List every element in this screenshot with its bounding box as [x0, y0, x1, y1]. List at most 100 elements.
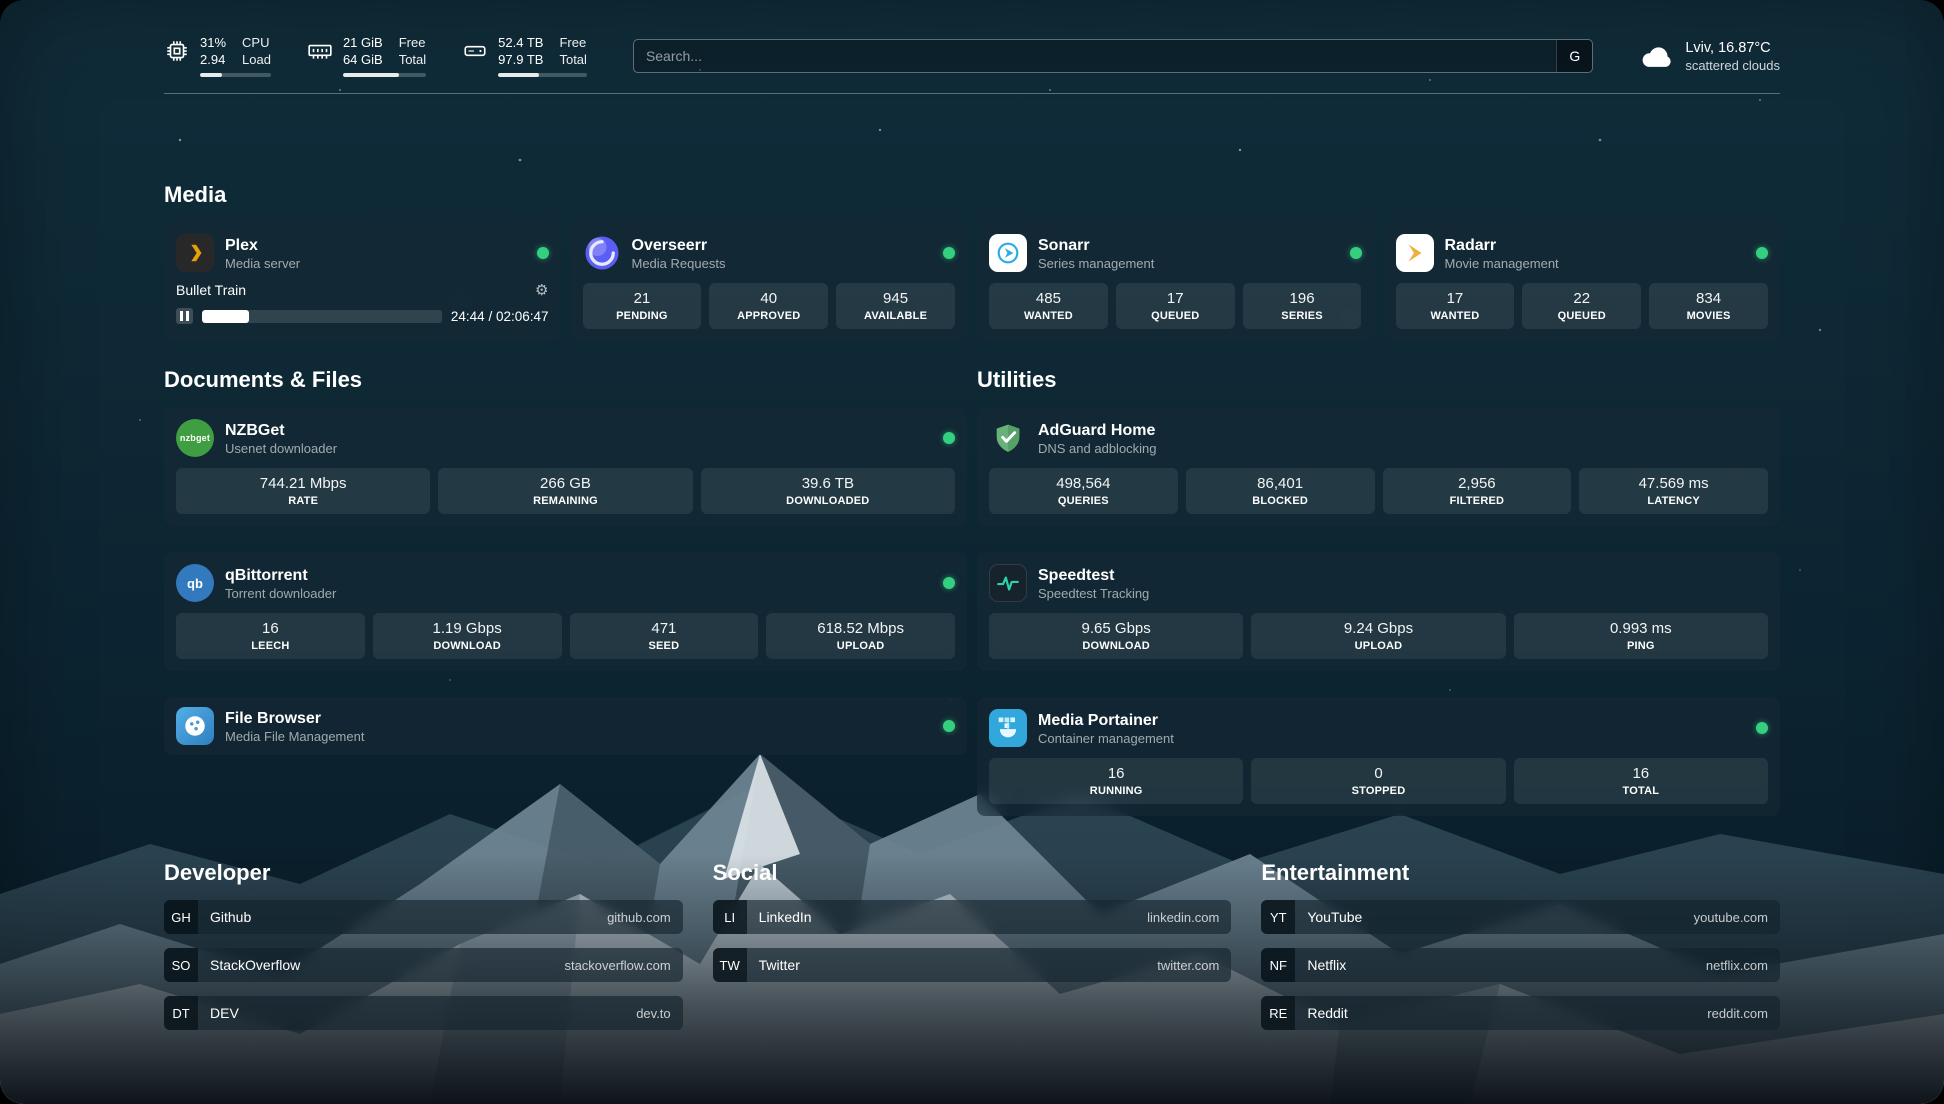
disk-total-value: 97.9 TB [498, 51, 543, 68]
stat-leech: 16LEECH [176, 613, 365, 659]
bookmark-reddit[interactable]: RE Reddit reddit.com [1261, 996, 1780, 1030]
stat-download: 1.19 GbpsDOWNLOAD [373, 613, 562, 659]
speedtest-card[interactable]: Speedtest Speedtest Tracking 9.65 GbpsDO… [977, 552, 1780, 671]
nzbget-card[interactable]: nzbget NZBGet Usenet downloader 744.21 M… [164, 407, 967, 526]
stat-upload: 618.52 MbpsUPLOAD [766, 613, 955, 659]
bookmark-linkedin[interactable]: LI LinkedIn linkedin.com [713, 900, 1232, 934]
bookmark-github[interactable]: GH Github github.com [164, 900, 683, 934]
filebrowser-card[interactable]: File Browser Media File Management [164, 697, 967, 755]
pause-button[interactable] [176, 308, 193, 324]
app-subtitle: DNS and adblocking [1038, 441, 1157, 456]
status-indicator [943, 432, 955, 444]
search-input[interactable] [634, 48, 1556, 64]
app-subtitle: Movie management [1445, 256, 1559, 271]
bookmark-abbr-badge: LI [713, 900, 747, 934]
bookmark-twitter[interactable]: TW Twitter twitter.com [713, 948, 1232, 982]
bookmark-group-developer: Developer GH Github github.com SO StackO… [164, 860, 683, 1030]
qbittorrent-card[interactable]: qb qBittorrent Torrent downloader 16LEEC… [164, 552, 967, 671]
stat-approved: 40APPROVED [709, 283, 828, 329]
documents-section: Documents & Files nzbget NZBGet Usenet d… [164, 367, 967, 816]
app-name: NZBGet [225, 421, 337, 440]
memory-total-value: 64 GiB [343, 51, 383, 68]
playback-progress-bar[interactable] [202, 310, 442, 323]
top-bar: 31% 2.94 CPU Load [164, 0, 1780, 77]
status-indicator [943, 577, 955, 589]
memory-widget: 21 GiB 64 GiB Free Total [307, 34, 426, 77]
media-section-title: Media [164, 182, 1780, 208]
documents-section-title: Documents & Files [164, 367, 967, 393]
app-subtitle: Media server [225, 256, 300, 271]
bookmark-name: YouTube [1295, 909, 1681, 925]
search-bar[interactable]: G [633, 39, 1593, 73]
bookmark-netflix[interactable]: NF Netflix netflix.com [1261, 948, 1780, 982]
bookmark-dev[interactable]: DT DEV dev.to [164, 996, 683, 1030]
qbittorrent-icon: qb [176, 564, 214, 602]
overseerr-card[interactable]: Overseerr Media Requests 21PENDING 40APP… [571, 222, 968, 341]
bookmark-url: twitter.com [1145, 958, 1231, 973]
app-subtitle: Series management [1038, 256, 1154, 271]
search-engine-button[interactable]: G [1556, 40, 1592, 72]
plex-card[interactable]: Plex Media server Bullet Train ⚙ 24:44 /… [164, 222, 561, 341]
status-indicator [537, 247, 549, 259]
bookmark-url: youtube.com [1682, 910, 1780, 925]
cloud-icon [1639, 41, 1675, 71]
bookmark-abbr-badge: TW [713, 948, 747, 982]
adguard-shield-icon [989, 419, 1027, 457]
portainer-card[interactable]: Media Portainer Container management 16R… [977, 697, 1780, 816]
bookmark-abbr-badge: YT [1261, 900, 1295, 934]
app-name: Plex [225, 236, 300, 255]
cpu-percent: 31% [200, 34, 226, 51]
stat-running: 16RUNNING [989, 758, 1243, 804]
bookmark-url: github.com [595, 910, 683, 925]
stat-available: 945AVAILABLE [836, 283, 955, 329]
app-subtitle: Media Requests [632, 256, 726, 271]
weather-condition: scattered clouds [1685, 58, 1780, 73]
bookmark-group-title: Social [713, 860, 1232, 886]
app-subtitle: Usenet downloader [225, 441, 337, 456]
stat-queries: 498,564QUERIES [989, 468, 1178, 514]
app-name: AdGuard Home [1038, 421, 1157, 440]
nzbget-icon: nzbget [176, 419, 214, 457]
memory-icon [307, 38, 333, 64]
speedtest-icon [989, 564, 1027, 602]
sonarr-card[interactable]: Sonarr Series management 485WANTED 17QUE… [977, 222, 1374, 341]
stat-remaining: 266 GBREMAINING [438, 468, 692, 514]
status-indicator [1756, 722, 1768, 734]
memory-free-label: Free [399, 34, 426, 51]
disk-widget: 52.4 TB 97.9 TB Free Total [462, 34, 587, 77]
bookmark-name: Github [198, 909, 595, 925]
adguard-card[interactable]: AdGuard Home DNS and adblocking 498,564Q… [977, 407, 1780, 526]
memory-progress-bar [343, 73, 426, 77]
portainer-icon [989, 709, 1027, 747]
bookmark-url: reddit.com [1695, 1006, 1780, 1021]
radarr-card[interactable]: Radarr Movie management 17WANTED 22QUEUE… [1384, 222, 1781, 341]
disk-icon [462, 38, 488, 64]
disk-free-label: Free [559, 34, 586, 51]
system-metrics: 31% 2.94 CPU Load [164, 34, 587, 77]
app-subtitle: Torrent downloader [225, 586, 336, 601]
cpu-load-value: 2.94 [200, 51, 226, 68]
stat-filtered: 2,956FILTERED [1383, 468, 1572, 514]
bookmark-url: linkedin.com [1135, 910, 1231, 925]
bookmark-name: Twitter [747, 957, 1146, 973]
stat-queued: 17QUEUED [1116, 283, 1235, 329]
app-subtitle: Container management [1038, 731, 1174, 746]
media-section: Media Plex Media server Bullet [164, 182, 1780, 341]
disk-total-label: Total [559, 51, 586, 68]
stat-seed: 471SEED [570, 613, 759, 659]
stat-upload: 9.24 GbpsUPLOAD [1251, 613, 1505, 659]
cpu-label: CPU [242, 34, 271, 51]
bookmark-stackoverflow[interactable]: SO StackOverflow stackoverflow.com [164, 948, 683, 982]
stat-series: 196SERIES [1243, 283, 1362, 329]
app-name: qBittorrent [225, 566, 336, 585]
settings-gear-icon[interactable]: ⚙ [535, 281, 548, 299]
stat-ping: 0.993 msPING [1514, 613, 1768, 659]
bookmark-group-social: Social LI LinkedIn linkedin.com TW Twitt… [713, 860, 1232, 1030]
cpu-load-label: Load [242, 51, 271, 68]
memory-free-value: 21 GiB [343, 34, 383, 51]
stat-downloaded: 39.6 TBDOWNLOADED [701, 468, 955, 514]
app-subtitle: Speedtest Tracking [1038, 586, 1149, 601]
bookmark-name: DEV [198, 1005, 624, 1021]
bookmark-group-title: Developer [164, 860, 683, 886]
bookmark-youtube[interactable]: YT YouTube youtube.com [1261, 900, 1780, 934]
